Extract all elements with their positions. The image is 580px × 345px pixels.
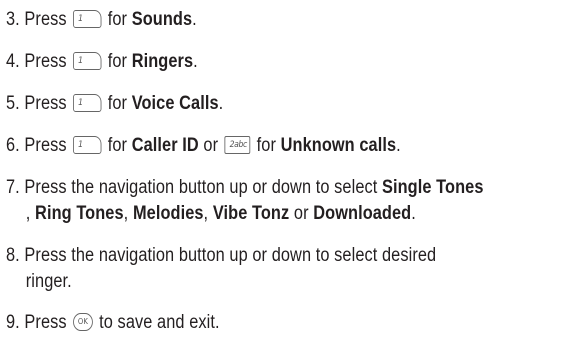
step-9: 9. Press OK to save and exit. — [6, 310, 220, 336]
step-6: 6. Press 1 for Caller ID or 2abc for Unk… — [6, 135, 401, 156]
step-4: 4. Press 1 for Ringers. — [6, 51, 198, 72]
step-7-line-2: , Ring Tones, Melodies, Vibe Tonz or Dow… — [25, 203, 416, 224]
step-number: 9. — [6, 312, 20, 333]
step-text: to save and exit. — [99, 312, 220, 333]
step-text: for — [107, 51, 128, 72]
step-text: for — [107, 9, 128, 30]
step-text: for — [107, 135, 128, 156]
step-number: 4. — [6, 51, 20, 72]
step-8: 8. Press the navigation button up or dow… — [6, 243, 436, 295]
step-text: Press — [24, 9, 67, 30]
step-text: Press the navigation button up or down t… — [24, 177, 378, 198]
step-number: 7. — [6, 177, 20, 198]
step-text: for — [107, 93, 128, 114]
menu-ringers: Ringers — [131, 51, 194, 72]
ok-key-icon: OK — [72, 313, 93, 331]
option-single-tones: Single Tones — [382, 177, 484, 198]
step-text: Press the navigation button up or down t… — [24, 245, 437, 266]
step-text: Press — [24, 93, 67, 114]
option-melodies: Melodies — [132, 203, 204, 224]
menu-voice-calls: Voice Calls — [131, 93, 219, 114]
step-number: 3. — [6, 9, 20, 30]
step-number: 8. — [6, 245, 20, 266]
option-ring-tones: Ring Tones — [35, 203, 124, 224]
option-vibe-tonz: Vibe Tonz — [212, 203, 290, 224]
option-downloaded: Downloaded — [313, 203, 412, 224]
step-text: Press — [24, 51, 67, 72]
key-1-icon: 1 — [72, 52, 102, 70]
step-text: ringer. — [25, 271, 72, 292]
key-1-icon: 1 — [72, 94, 102, 112]
step-3: 3. Press 1 for Sounds. — [6, 9, 197, 30]
step-text: Press — [24, 135, 67, 156]
key-1-icon: 1 — [72, 136, 102, 154]
step-7: 7. Press the navigation button up or dow… — [6, 175, 484, 227]
step-text: or — [203, 135, 219, 156]
step-5: 5. Press 1 for Voice Calls. — [6, 93, 224, 114]
key-2-icon: 2abc — [224, 136, 251, 154]
step-number: 5. — [6, 93, 20, 114]
menu-sounds: Sounds — [131, 9, 193, 30]
key-1-icon: 1 — [72, 10, 102, 28]
menu-caller-id: Caller ID — [131, 135, 199, 156]
step-text: Press — [24, 312, 67, 333]
step-number: 6. — [6, 135, 20, 156]
menu-unknown-calls: Unknown calls — [280, 135, 397, 156]
step-text: for — [256, 135, 276, 156]
